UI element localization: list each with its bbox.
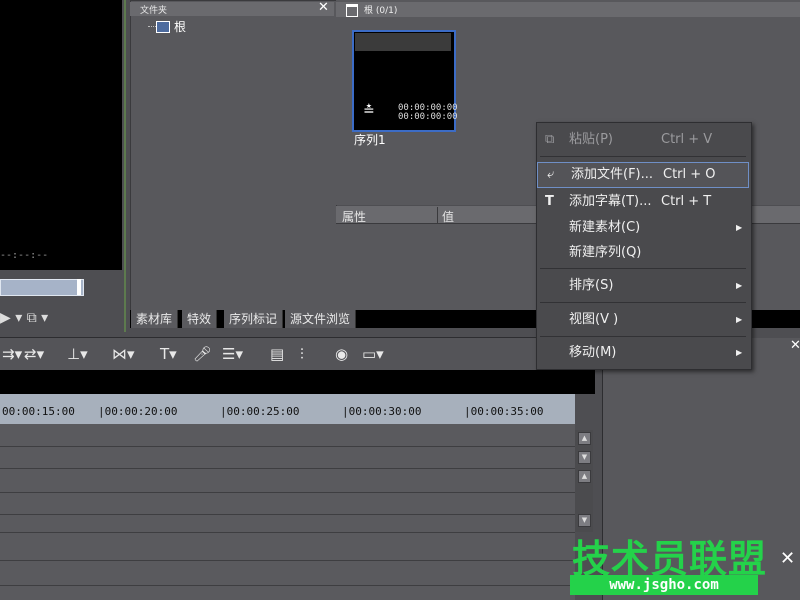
submenu-arrow-icon: ▶ xyxy=(736,315,743,324)
clip-label[interactable]: 序列1 xyxy=(354,131,386,148)
menu-item-move[interactable]: 移动(M) ▶ xyxy=(536,341,750,365)
track-divider xyxy=(0,560,575,561)
track-divider xyxy=(0,492,575,493)
ruler-label: |00:00:30:00 xyxy=(342,405,422,418)
track-divider xyxy=(0,532,575,533)
timeline-header xyxy=(0,370,595,394)
list-icon[interactable]: ▤ xyxy=(270,345,284,363)
scrub-handle[interactable] xyxy=(77,279,81,295)
folder-panel xyxy=(130,0,337,312)
watermark-url: www.jsgho.com xyxy=(570,575,758,595)
clip-timecode: 00:00:00:00 00:00:00:00 xyxy=(398,103,458,122)
submenu-arrow-icon: ▶ xyxy=(736,348,743,357)
property-column-header[interactable]: 属性 xyxy=(342,208,366,225)
menu-separator xyxy=(540,336,746,337)
close-icon[interactable]: ✕ xyxy=(790,338,800,353)
link-icon[interactable]: ⋈▾ xyxy=(112,345,135,363)
column-divider[interactable] xyxy=(437,207,438,223)
menu-item-view[interactable]: 视图(V ) ▶ xyxy=(536,308,750,332)
menu-item-paste[interactable]: ⧉ 粘贴(P) Ctrl + V xyxy=(536,128,750,152)
menu-separator xyxy=(540,156,746,157)
split-icon[interactable]: ⇉▾ xyxy=(2,345,22,363)
ruler-label: |00:00:25:00 xyxy=(220,405,300,418)
preview-controls[interactable]: ▶ ▾ ⧉ ▾ xyxy=(0,310,130,332)
ripple-icon[interactable]: ⇄▾ xyxy=(24,345,44,363)
panel-divider xyxy=(124,0,126,332)
preview-scrub-bar[interactable] xyxy=(0,279,84,296)
mic-icon[interactable]: 🎤︎ xyxy=(193,345,212,363)
track-divider xyxy=(0,446,575,447)
close-icon[interactable]: ✕ xyxy=(318,0,329,15)
sliders-icon[interactable]: ⫶ xyxy=(300,345,304,363)
timeline-tracks[interactable] xyxy=(0,424,575,600)
sequence-icon: ≛ xyxy=(363,103,375,119)
preview-monitor xyxy=(0,0,122,270)
bin-title: 根 (0/1) xyxy=(364,6,398,16)
track-divider xyxy=(0,468,575,469)
marker-icon[interactable]: ⊥▾ xyxy=(67,345,88,363)
mixer-icon[interactable]: ☰▾ xyxy=(222,345,243,363)
scroll-down-icon[interactable]: ▼ xyxy=(578,451,591,464)
text-icon: T xyxy=(545,194,554,209)
track-divider xyxy=(0,585,575,586)
clip-thumbnail-top xyxy=(355,33,451,51)
menu-item-add-file[interactable]: ⤶ 添加文件(F)... Ctrl + O xyxy=(537,162,749,188)
import-icon: ⤶ xyxy=(547,167,555,182)
value-column-header[interactable]: 值 xyxy=(442,208,454,225)
window-icon[interactable]: ▭▾ xyxy=(362,345,384,363)
bin-header xyxy=(336,2,800,17)
menu-separator xyxy=(540,268,746,269)
menu-item-sort[interactable]: 排序(S) ▶ xyxy=(536,274,750,298)
close-icon[interactable]: ✕ xyxy=(780,548,795,569)
tab-effects[interactable]: 特效 xyxy=(182,310,218,328)
tab-library[interactable]: 素材库 xyxy=(131,310,179,328)
tree-item-root[interactable]: 根 xyxy=(174,18,186,35)
scroll-up-icon[interactable]: ▲ xyxy=(578,432,591,445)
folder-icon xyxy=(346,4,358,17)
menu-item-add-title[interactable]: T 添加字幕(T)... Ctrl + T xyxy=(536,190,750,214)
menu-item-new-clip[interactable]: 新建素材(C) ▶ xyxy=(536,216,750,240)
scroll-up-icon[interactable]: ▲ xyxy=(578,470,591,483)
menu-separator xyxy=(540,302,746,303)
menu-item-new-sequence[interactable]: 新建序列(Q) xyxy=(536,241,750,265)
tab-sequence-markers[interactable]: 序列标记 xyxy=(224,310,284,328)
folder-panel-title: 文件夹 xyxy=(140,6,168,16)
ruler-label: |00:00:20:00 xyxy=(98,405,178,418)
submenu-arrow-icon: ▶ xyxy=(736,223,743,232)
preview-timecode: --:--:-- xyxy=(0,250,49,261)
submenu-arrow-icon: ▶ xyxy=(736,281,743,290)
tab-source-browser[interactable]: 源文件浏览 xyxy=(285,310,357,328)
color-icon[interactable]: ◉ xyxy=(335,345,348,363)
tree-connector xyxy=(148,26,156,28)
ruler-label: 00:00:15:00 xyxy=(2,405,75,418)
paste-icon: ⧉ xyxy=(545,132,555,147)
track-divider xyxy=(0,514,575,515)
scroll-down-icon[interactable]: ▼ xyxy=(578,514,591,527)
text-icon[interactable]: T▾ xyxy=(160,345,177,363)
ruler-label: |00:00:35:00 xyxy=(464,405,544,418)
folder-icon xyxy=(156,21,170,33)
